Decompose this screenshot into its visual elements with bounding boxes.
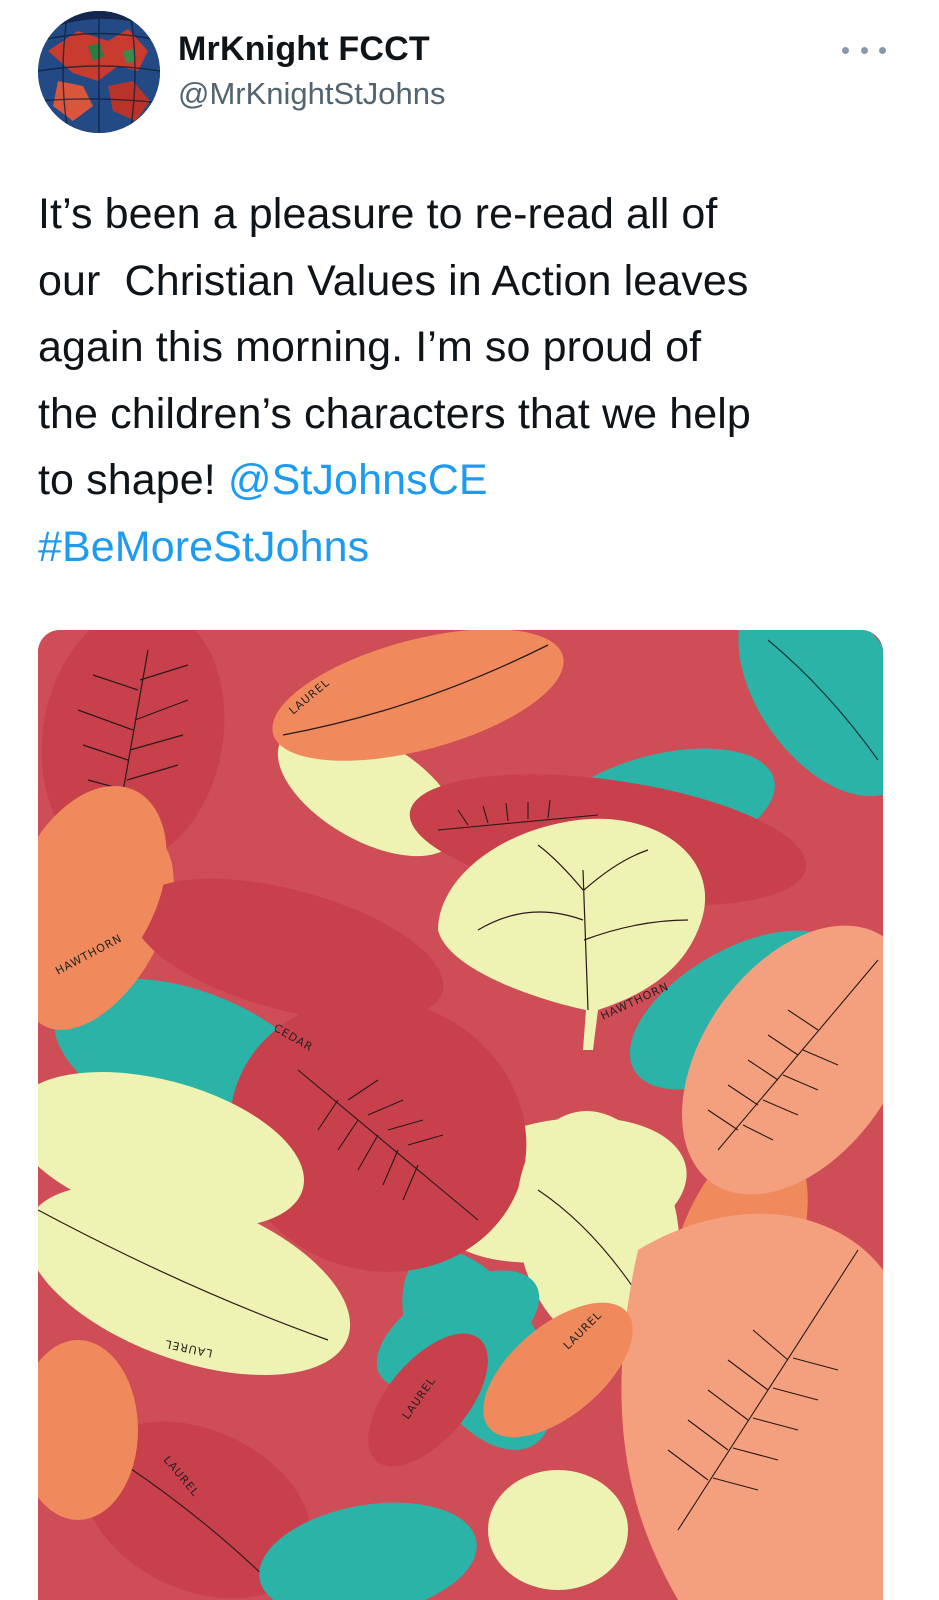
tweet-text-line-with-mention: to shape! @StJohnsCE (38, 447, 888, 514)
tweet-photo[interactable]: LAUREL HAWTHORN HAWTHORN CEDAR LAUREL LA… (38, 630, 883, 1600)
more-dot (879, 46, 886, 54)
hashtag-link[interactable]: #BeMoreStJohns (38, 514, 888, 581)
more-dot (860, 46, 868, 54)
author-avatar[interactable] (38, 11, 160, 133)
more-dot (842, 46, 849, 54)
globe-map-avatar-icon (38, 11, 160, 133)
author-display-name[interactable]: MrKnight FCCT (178, 30, 430, 69)
tweet-text-segment: to shape! (38, 456, 228, 504)
tweet-text-line: the children’s characters that we help (38, 389, 751, 438)
tweet-text-line: our Christian Values in Action leaves (38, 256, 749, 305)
tweet-header: MrKnight FCCT @MrKnightStJohns (0, 0, 939, 150)
more-dots-icon[interactable] (842, 40, 886, 60)
tweet-text: It’s been a pleasure to re-read all of o… (38, 181, 888, 580)
tweet-text-line: again this morning. I’m so proud of (38, 323, 702, 371)
tweet-text-line: It’s been a pleasure to re-read all of (38, 190, 718, 238)
author-handle[interactable]: @MrKnightStJohns (178, 76, 446, 112)
paper-leaves-photo: LAUREL HAWTHORN HAWTHORN CEDAR LAUREL LA… (38, 630, 883, 1600)
mention-link[interactable]: @StJohnsCE (228, 456, 488, 504)
